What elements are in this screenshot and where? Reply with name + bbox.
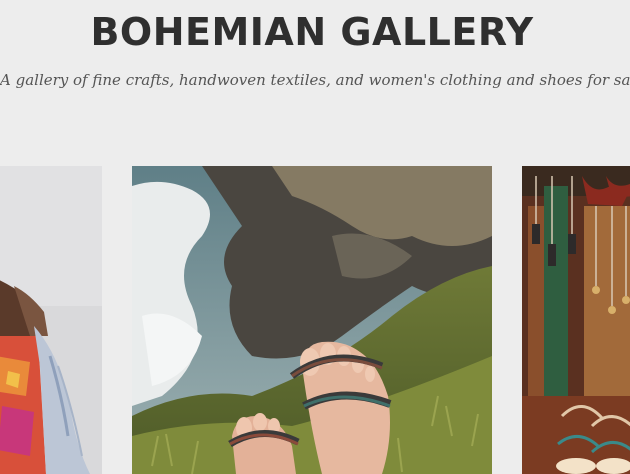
site-title[interactable]: BOHEMIAN GALLERY <box>0 10 624 54</box>
page: BOHEMIAN GALLERY A gallery of fine craft… <box>0 0 630 474</box>
gallery-item-sandals[interactable] <box>132 166 492 474</box>
gallery-strip <box>0 166 630 474</box>
gallery-item-clothing[interactable] <box>0 166 102 474</box>
site-tagline: A gallery of fine crafts, handwoven text… <box>0 71 630 89</box>
gallery-photo-clothing <box>0 166 102 474</box>
gallery-photo-crafts <box>522 166 630 474</box>
gallery-item-crafts[interactable] <box>522 166 630 474</box>
gallery-photo-sandals <box>132 166 492 474</box>
